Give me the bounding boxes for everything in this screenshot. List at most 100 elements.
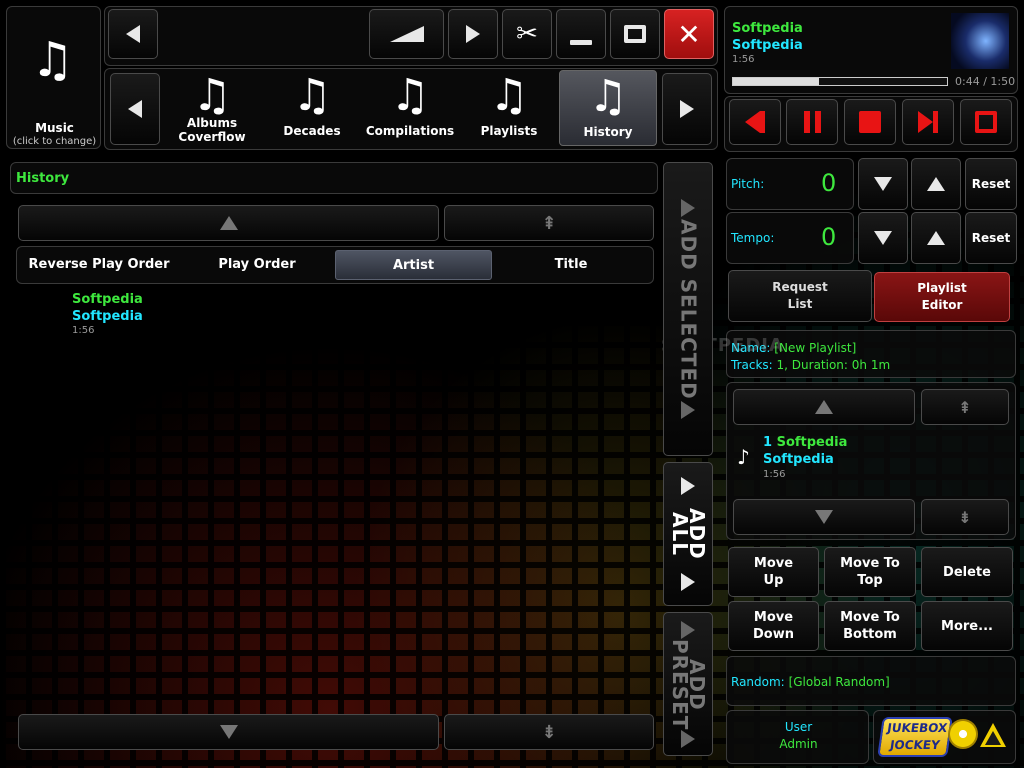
history-scroll-bottom-button[interactable]: ⇟ — [444, 714, 654, 750]
add-preset-button[interactable]: ADD PRESET — [663, 612, 713, 756]
tab-decades[interactable]: ♫ Decades — [264, 70, 360, 146]
maximize-button[interactable] — [610, 9, 660, 59]
history-scroll-down-button[interactable] — [18, 714, 439, 750]
close-icon: ✕ — [677, 17, 701, 51]
volume-button[interactable] — [369, 9, 444, 59]
next-icon — [918, 111, 938, 133]
stop-after-button[interactable] — [960, 99, 1012, 145]
playlist-scroll-up-button[interactable] — [733, 389, 915, 425]
more-button[interactable]: More... — [921, 601, 1013, 651]
playlist-list: ⇞ ♪ 1 Softpedia Softpedia 1:56 ⇟ — [726, 382, 1016, 540]
sort-title[interactable]: Title — [496, 250, 646, 280]
now-playing-artist: Softpedia — [732, 38, 803, 53]
double-arrow-up-icon: ⇞ — [541, 212, 557, 234]
move-up-button[interactable]: Move Up — [728, 547, 819, 597]
pitch-down-button[interactable] — [858, 158, 908, 210]
settings-button[interactable]: ✂ — [502, 9, 552, 59]
jukebox-jockey-logo[interactable]: JUKEBOX JOCKEY — [873, 710, 1016, 764]
playlist-tracks-label: Tracks: — [731, 358, 773, 372]
source-hint: (click to change) — [12, 136, 97, 147]
tempo-display: Tempo: 0 — [726, 212, 854, 264]
add-selected-button[interactable]: ADD SELECTED — [663, 162, 713, 456]
playlist-item[interactable]: ♪ 1 Softpedia Softpedia 1:56 — [737, 433, 1007, 480]
pitch-display: Pitch: 0 — [726, 158, 854, 210]
back-button[interactable] — [108, 9, 158, 59]
playlist-scroll-top-button[interactable]: ⇞ — [921, 389, 1009, 425]
move-to-top-button[interactable]: Move To Top — [824, 547, 916, 597]
playlist-item-title-row: 1 Softpedia — [763, 435, 847, 450]
playback-position: 0:44 / 1:50 — [955, 75, 1016, 88]
stop-button[interactable] — [844, 99, 896, 145]
now-playing-duration: 1:56 — [732, 54, 755, 65]
tempo-reset-button[interactable]: Reset — [965, 212, 1017, 264]
arrow-right-icon — [681, 477, 695, 495]
tab-label: Decades — [283, 124, 341, 138]
tempo-label: Tempo: — [731, 231, 775, 245]
now-playing-title: Softpedia — [732, 21, 803, 36]
sort-artist[interactable]: Artist — [335, 250, 492, 280]
arrow-up-icon — [927, 177, 945, 191]
tab-playlists[interactable]: ♫ Playlists — [461, 70, 557, 146]
tempo-up-button[interactable] — [911, 212, 961, 264]
arrow-up-icon — [219, 216, 238, 230]
volume-icon — [389, 26, 424, 42]
arrow-down-icon — [874, 177, 892, 191]
music-note-icon: ♫ — [489, 70, 529, 121]
playlist-item-artist: Softpedia — [763, 452, 834, 467]
source-label: Music — [35, 121, 74, 135]
pause-button[interactable] — [786, 99, 838, 145]
close-button[interactable]: ✕ — [664, 9, 714, 59]
request-list-button[interactable]: Request List — [728, 270, 872, 322]
add-all-label: ADD ALL — [668, 508, 709, 560]
sort-play-order[interactable]: Play Order — [182, 250, 332, 280]
user-panel[interactable]: User Admin — [726, 710, 869, 764]
delete-button[interactable]: Delete — [921, 547, 1013, 597]
pitch-up-button[interactable] — [911, 158, 961, 210]
playlist-tracks-value: 1, Duration: 0h 1m — [776, 358, 891, 372]
move-to-bottom-button[interactable]: Move To Bottom — [824, 601, 916, 651]
move-down-button[interactable]: Move Down — [728, 601, 819, 651]
music-note-icon: ♫ — [31, 32, 75, 88]
tabs-left-button[interactable] — [110, 73, 160, 145]
double-arrow-down-icon: ⇟ — [958, 507, 972, 527]
arrow-right-icon — [681, 573, 695, 591]
history-scroll-top-button[interactable]: ⇞ — [444, 205, 654, 241]
maximize-icon — [624, 25, 646, 43]
tabs-right-button[interactable] — [662, 73, 712, 145]
arrow-up-icon — [815, 400, 833, 414]
forward-button[interactable] — [448, 9, 498, 59]
album-art — [951, 13, 1009, 69]
tab-albums-coverflow[interactable]: ♫ Albums Coverflow — [164, 70, 260, 146]
tempo-down-button[interactable] — [858, 212, 908, 264]
eject-triangle-inner — [985, 731, 1001, 745]
playlist-editor-button[interactable]: Playlist Editor — [874, 272, 1010, 322]
tab-label: Playlists — [480, 124, 538, 138]
double-arrow-up-icon: ⇞ — [958, 397, 972, 417]
random-setting[interactable]: Random: [Global Random] — [726, 656, 1016, 706]
record-icon — [948, 719, 978, 749]
playlist-name-value[interactable]: [New Playlist] — [774, 341, 856, 355]
double-arrow-down-icon: ⇟ — [541, 721, 557, 743]
add-selected-label: ADD SELECTED — [676, 218, 701, 400]
previous-button[interactable] — [729, 99, 781, 145]
minimize-button[interactable] — [556, 9, 606, 59]
pitch-reset-button[interactable]: Reset — [965, 158, 1017, 210]
add-all-button[interactable]: ADD ALL — [663, 462, 713, 606]
add-preset-label: ADD PRESET — [668, 639, 709, 731]
playlist-scroll-bottom-button[interactable]: ⇟ — [921, 499, 1009, 535]
history-item[interactable]: Softpedia Softpedia 1:56 — [66, 290, 366, 338]
next-button[interactable] — [902, 99, 954, 145]
stop-icon — [859, 111, 881, 133]
tab-compilations[interactable]: ♫ Compilations — [362, 70, 458, 146]
source-selector[interactable]: ♫ Music (click to change) — [6, 6, 101, 149]
arrow-left-icon — [126, 25, 140, 43]
progress-bar[interactable] — [732, 77, 948, 86]
arrow-right-icon — [466, 25, 480, 43]
playlist-item-number: 1 — [763, 435, 773, 450]
tab-history[interactable]: ♫ History — [559, 70, 657, 146]
user-name: Admin — [779, 737, 818, 751]
sort-reverse-play-order[interactable]: Reverse Play Order — [24, 250, 174, 280]
previous-icon — [745, 111, 765, 133]
history-scroll-up-button[interactable] — [18, 205, 439, 241]
playlist-scroll-down-button[interactable] — [733, 499, 915, 535]
